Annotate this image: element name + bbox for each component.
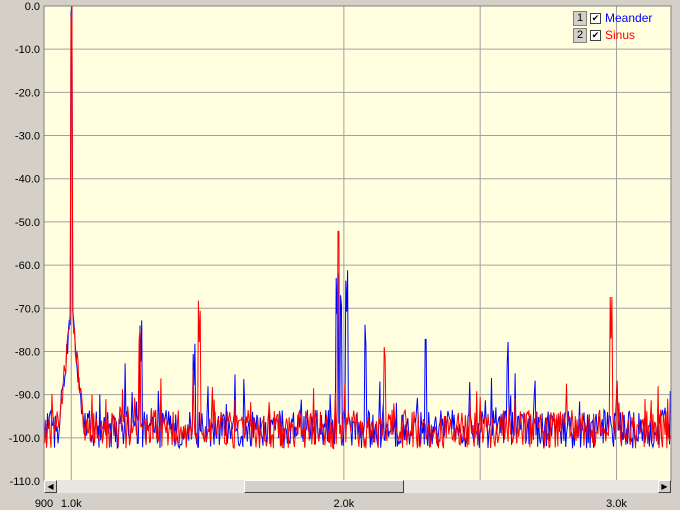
y-axis-ticks: 0.0 -10.0 -20.0 -30.0 -40.0 -50.0 -60.0 -70.0 -8… [9,1,40,488]
x-tick-label: 3.0k [606,498,627,510]
y-tick-label: -110.0 [10,476,40,488]
y-tick-label: -70.0 [15,303,40,315]
checkbox-icon[interactable]: ✔ [590,29,601,41]
arrow-left-icon[interactable]: ◀ [44,480,57,493]
scrollbar-thumb[interactable] [244,480,404,493]
x-axis-ticks: 900 1.0k 2.0k 3.0k [35,498,628,510]
legend-label: Meander [605,11,653,25]
legend-item-meander[interactable]: 1 ✔ Meander [573,10,652,26]
checkbox-icon[interactable]: ✔ [590,12,601,24]
arrow-right-icon[interactable]: ▶ [658,480,671,493]
y-tick-label: -60.0 [15,260,40,272]
y-tick-label: -80.0 [15,346,40,358]
x-tick-label: 900 [35,498,53,510]
spectrum-chart: 0.0 -10.0 -20.0 -30.0 -40.0 -50.0 -60.0 -70.0 -8… [9,1,672,510]
y-tick-label: -90.0 [15,390,40,402]
legend-item-sinus[interactable]: 2 ✔ Sinus [573,27,635,43]
y-tick-label: -50.0 [15,217,40,229]
legend: 1 ✔ Meander 2 ✔ Sinus [573,10,665,44]
legend-number[interactable]: 1 [573,10,587,26]
y-tick-label: -30.0 [15,131,40,143]
y-tick-label: -40.0 [15,174,40,186]
x-tick-label: 2.0k [333,498,354,510]
y-tick-label: -100.0 [9,433,40,445]
legend-label: Sinus [605,28,636,42]
y-tick-label: -20.0 [15,87,40,99]
horizontal-scrollbar[interactable]: ◀ ▶ [44,480,671,493]
y-tick-label: -10.0 [15,44,40,56]
legend-number[interactable]: 2 [573,27,587,43]
y-tick-label: 0.0 [25,1,40,13]
x-tick-label: 1.0k [61,498,82,510]
